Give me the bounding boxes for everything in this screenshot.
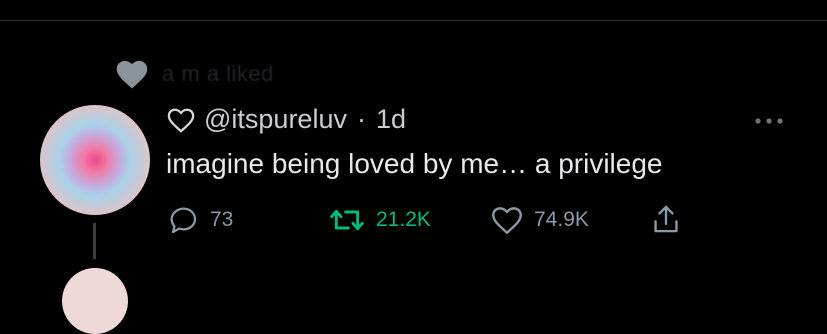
- share-button[interactable]: [650, 200, 682, 240]
- more-dots-icon: [755, 118, 783, 124]
- reply-count: 73: [210, 208, 234, 231]
- share-icon: [654, 205, 678, 233]
- heart-outline-icon: [492, 207, 522, 235]
- reply-button[interactable]: 73: [166, 200, 233, 240]
- header-separator: ·: [356, 104, 366, 134]
- tweet-header: @itspureluv · 1d: [166, 104, 406, 135]
- heart-filled-icon: [116, 60, 148, 89]
- tweet-handle[interactable]: @itspureluv: [204, 104, 347, 135]
- like-count: 74.9K: [534, 208, 589, 231]
- reply-icon: [170, 207, 197, 234]
- next-tweet-avatar[interactable]: [62, 268, 128, 334]
- tweet-actions: 73 21.2K 74.9K: [0, 200, 827, 240]
- retweet-icon: [330, 209, 364, 231]
- avatar[interactable]: [40, 105, 150, 215]
- heart-outline-icon: [167, 108, 195, 133]
- social-context[interactable]: a m a liked: [114, 58, 274, 90]
- retweet-count: 21.2K: [376, 208, 431, 231]
- tweet-timestamp[interactable]: 1d: [376, 104, 406, 135]
- more-button[interactable]: [752, 108, 786, 134]
- top-divider: [0, 20, 827, 21]
- tweet-text: imagine being loved by me… a privilege: [166, 148, 663, 179]
- social-context-label: a m a liked: [162, 61, 274, 86]
- like-button[interactable]: 74.9K: [490, 200, 589, 240]
- retweet-button[interactable]: 21.2K: [328, 200, 431, 240]
